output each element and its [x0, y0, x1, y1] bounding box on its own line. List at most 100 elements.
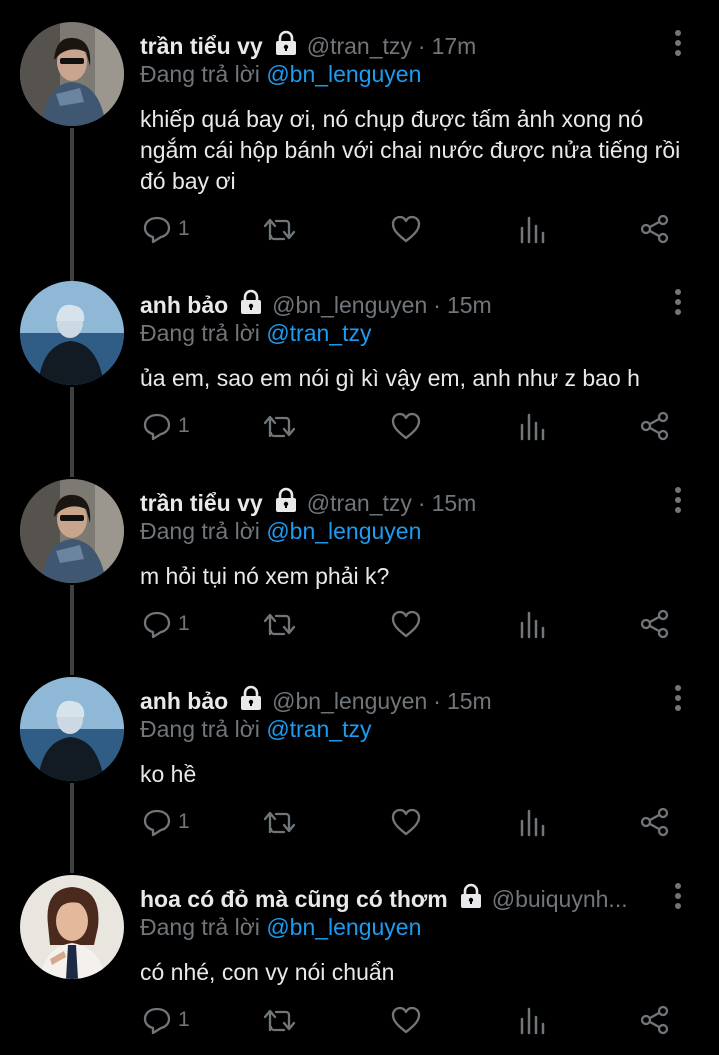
share-icon — [640, 609, 669, 639]
reply-button[interactable]: 1 — [142, 214, 190, 244]
retweet-icon — [263, 218, 296, 241]
reply-button[interactable]: 1 — [142, 1005, 190, 1035]
display-name[interactable]: anh bảo — [140, 292, 228, 319]
action-bar: 1 — [140, 1005, 700, 1041]
display-name[interactable]: hoa có đỏ mà cũng có thơm — [140, 886, 448, 913]
thread-line — [70, 387, 74, 477]
mention-link[interactable]: @tran_tzy — [266, 716, 371, 742]
handle[interactable]: @bn_lenguyen — [272, 688, 427, 715]
tweet-header: anh bảo @bn_lenguyen · 15m — [140, 685, 659, 717]
replying-to: Đang trả lời @bn_lenguyen — [140, 518, 421, 545]
separator-dot: · — [433, 291, 441, 318]
retweet-button[interactable] — [262, 214, 298, 244]
timestamp[interactable]: 15m — [432, 490, 477, 517]
thread-line — [70, 585, 74, 675]
retweet-button[interactable] — [262, 1005, 298, 1035]
separator-dot: · — [433, 687, 441, 714]
share-button[interactable] — [640, 411, 670, 441]
like-button[interactable] — [390, 609, 422, 639]
reply-button[interactable]: 1 — [142, 411, 190, 441]
tweet-text: ủa em, sao em nói gì kì vậy em, anh như … — [140, 365, 640, 391]
more-vertical-icon[interactable] — [670, 881, 686, 911]
retweet-button[interactable] — [262, 411, 298, 441]
reply-count: 1 — [178, 1008, 190, 1031]
like-icon — [391, 808, 421, 836]
analytics-icon — [520, 413, 545, 441]
avatar[interactable] — [20, 479, 124, 583]
avatar[interactable] — [20, 875, 124, 979]
thread-line — [70, 783, 74, 873]
tweet-text: khiếp quá bay ơi, nó chụp được tấm ảnh x… — [140, 106, 681, 194]
share-icon — [640, 1005, 669, 1035]
handle[interactable]: @tran_tzy — [307, 33, 412, 60]
share-button[interactable] — [640, 1005, 670, 1035]
tweet-text: có nhé, con vy nói chuẩn — [140, 959, 395, 985]
replying-to-label: Đang trả lời — [140, 61, 260, 87]
analytics-icon — [520, 1007, 545, 1035]
replying-to-label: Đang trả lời — [140, 518, 260, 544]
action-bar: 1 — [140, 214, 700, 250]
lock-icon — [273, 487, 299, 519]
retweet-button[interactable] — [262, 807, 298, 837]
like-button[interactable] — [390, 411, 422, 441]
mention-link[interactable]: @bn_lenguyen — [266, 518, 421, 544]
timestamp[interactable]: 15m — [447, 292, 492, 319]
reply-count: 1 — [178, 217, 190, 240]
reply-icon — [143, 809, 171, 837]
retweet-icon — [263, 1009, 296, 1032]
replying-to: Đang trả lời @bn_lenguyen — [140, 61, 421, 88]
avatar[interactable] — [20, 281, 124, 385]
tweet-header: trần tiểu vy @tran_tzy · 17m — [140, 30, 659, 62]
more-vertical-icon[interactable] — [670, 683, 686, 713]
share-button[interactable] — [640, 807, 670, 837]
like-button[interactable] — [390, 214, 422, 244]
share-button[interactable] — [640, 609, 670, 639]
replying-to: Đang trả lời @tran_tzy — [140, 320, 371, 347]
avatar[interactable] — [20, 677, 124, 781]
mention-link[interactable]: @tran_tzy — [266, 320, 371, 346]
share-icon — [640, 411, 669, 441]
more-vertical-icon[interactable] — [670, 28, 686, 58]
reply-count: 1 — [178, 810, 190, 833]
more-vertical-icon[interactable] — [670, 485, 686, 515]
mention-link[interactable]: @bn_lenguyen — [266, 914, 421, 940]
handle[interactable]: @bn_lenguyen — [272, 292, 427, 319]
reply-count: 1 — [178, 414, 190, 437]
tweet-header: anh bảo @bn_lenguyen · 15m — [140, 289, 659, 321]
display-name[interactable]: anh bảo — [140, 688, 228, 715]
reply-button[interactable]: 1 — [142, 807, 190, 837]
replying-to-label: Đang trả lời — [140, 716, 260, 742]
lock-icon — [238, 685, 264, 717]
like-button[interactable] — [390, 807, 422, 837]
reply-count: 1 — [178, 612, 190, 635]
like-icon — [391, 215, 421, 243]
retweet-icon — [263, 613, 296, 636]
retweet-button[interactable] — [262, 609, 298, 639]
analytics-button[interactable] — [518, 1005, 546, 1035]
mention-link[interactable]: @bn_lenguyen — [266, 61, 421, 87]
share-icon — [640, 214, 669, 244]
tweet-text: m hỏi tụi nó xem phải k? — [140, 563, 390, 589]
analytics-button[interactable] — [518, 214, 546, 244]
timestamp[interactable]: 17m — [432, 33, 477, 60]
analytics-button[interactable] — [518, 411, 546, 441]
display-name[interactable]: trần tiểu vy — [140, 33, 263, 60]
lock-icon — [458, 883, 484, 915]
lock-icon — [273, 30, 299, 62]
share-button[interactable] — [640, 214, 670, 244]
like-button[interactable] — [390, 1005, 422, 1035]
analytics-icon — [520, 809, 545, 837]
tweet-header: trần tiểu vy @tran_tzy · 15m — [140, 487, 659, 519]
action-bar: 1 — [140, 807, 700, 843]
action-bar: 1 — [140, 411, 700, 447]
analytics-button[interactable] — [518, 609, 546, 639]
handle[interactable]: @buiquynh... — [492, 886, 628, 913]
replying-to-label: Đang trả lời — [140, 320, 260, 346]
avatar[interactable] — [20, 22, 124, 126]
timestamp[interactable]: 15m — [447, 688, 492, 715]
handle[interactable]: @tran_tzy — [307, 490, 412, 517]
analytics-button[interactable] — [518, 807, 546, 837]
display-name[interactable]: trần tiểu vy — [140, 490, 263, 517]
more-vertical-icon[interactable] — [670, 287, 686, 317]
reply-button[interactable]: 1 — [142, 609, 190, 639]
